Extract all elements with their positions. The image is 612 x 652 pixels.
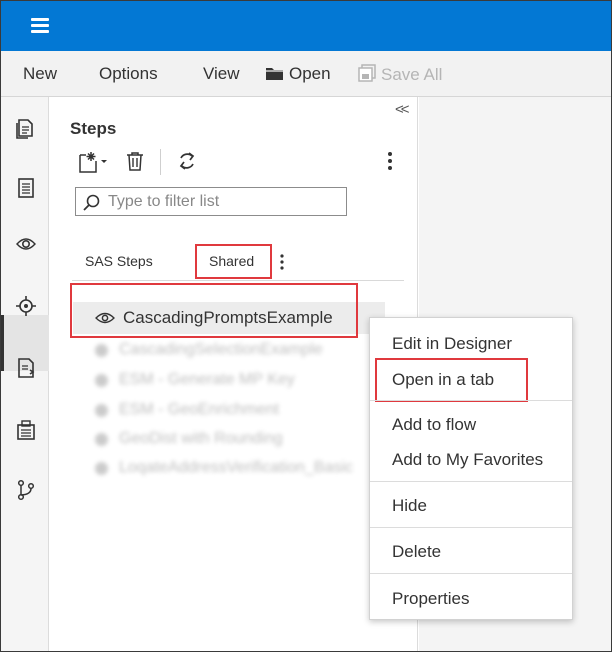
- clipboard-icon[interactable]: [15, 419, 37, 441]
- collapse-panel-icon[interactable]: <<: [395, 101, 409, 118]
- step-icon: [95, 404, 108, 417]
- libraries-icon[interactable]: [15, 357, 37, 379]
- menu-item-properties[interactable]: Properties: [392, 589, 469, 609]
- menu-separator: [370, 400, 572, 401]
- search-icon: [83, 194, 100, 211]
- list-item-label: ESM - GeoEnrichment: [119, 401, 280, 418]
- step-icon: [95, 344, 108, 357]
- view-menu[interactable]: View: [203, 64, 240, 84]
- list-item-label: ESM - Generate MP Key: [119, 371, 295, 388]
- menu-bar: New Options View Open Save All: [1, 51, 611, 97]
- options-menu[interactable]: Options: [99, 64, 158, 84]
- left-rail: [1, 97, 49, 651]
- menu-item-add-to-flow[interactable]: Add to flow: [392, 415, 476, 435]
- tab-sas-steps[interactable]: SAS Steps: [85, 253, 153, 269]
- trash-icon[interactable]: [126, 151, 144, 171]
- selected-item-highlight-box: [70, 283, 358, 338]
- open-in-tab-highlight-box: [375, 358, 528, 402]
- more-options-icon[interactable]: [387, 151, 393, 171]
- document-icon[interactable]: [15, 177, 37, 199]
- tabs-divider: [72, 280, 404, 281]
- hamburger-icon[interactable]: [31, 18, 49, 34]
- shared-tab-highlight-box: [195, 244, 272, 279]
- open-label: Open: [289, 64, 331, 83]
- menu-item-add-to-favorites[interactable]: Add to My Favorites: [392, 450, 543, 470]
- menu-item-edit-in-designer[interactable]: Edit in Designer: [392, 334, 512, 354]
- menu-separator: [370, 573, 572, 574]
- context-menu: Edit in Designer Open in a tab Add to fl…: [369, 317, 573, 620]
- list-item-label: GeoDist with Rounding: [119, 430, 283, 447]
- steps-panel: << Steps Type to filter list SAS Steps S…: [50, 97, 418, 651]
- open-button[interactable]: Open: [265, 64, 331, 84]
- menu-separator: [370, 481, 572, 482]
- save-all-label: Save All: [381, 65, 443, 84]
- filter-placeholder: Type to filter list: [108, 193, 220, 210]
- snippets-icon[interactable]: [15, 295, 37, 317]
- tab-more-icon[interactable]: [279, 254, 285, 270]
- new-step-icon[interactable]: [77, 151, 109, 173]
- open-item-icon[interactable]: [15, 117, 37, 139]
- panel-title: Steps: [70, 119, 117, 138]
- app-window: New Options View Open Save All << Steps …: [0, 0, 612, 652]
- new-menu[interactable]: New: [23, 64, 57, 84]
- git-branch-icon[interactable]: [15, 479, 37, 501]
- step-icon: [95, 433, 108, 446]
- list-item-label: LoqateAddressVerification_Basic: [119, 459, 353, 476]
- folder-icon: [266, 68, 283, 80]
- steps-icon[interactable]: [15, 233, 37, 255]
- step-icon: [95, 462, 108, 475]
- filter-input[interactable]: Type to filter list: [75, 187, 347, 216]
- menu-separator: [370, 527, 572, 528]
- save-all-icon: [358, 64, 376, 82]
- step-icon: [95, 374, 108, 387]
- menu-item-hide[interactable]: Hide: [392, 496, 427, 516]
- menu-item-delete[interactable]: Delete: [392, 542, 441, 562]
- refresh-icon[interactable]: [177, 151, 197, 171]
- list-item-label: CascadingSelectionExample: [119, 341, 323, 358]
- toolbar-separator: [160, 149, 161, 175]
- save-all-button[interactable]: Save All: [358, 64, 442, 85]
- top-bar: [1, 1, 611, 51]
